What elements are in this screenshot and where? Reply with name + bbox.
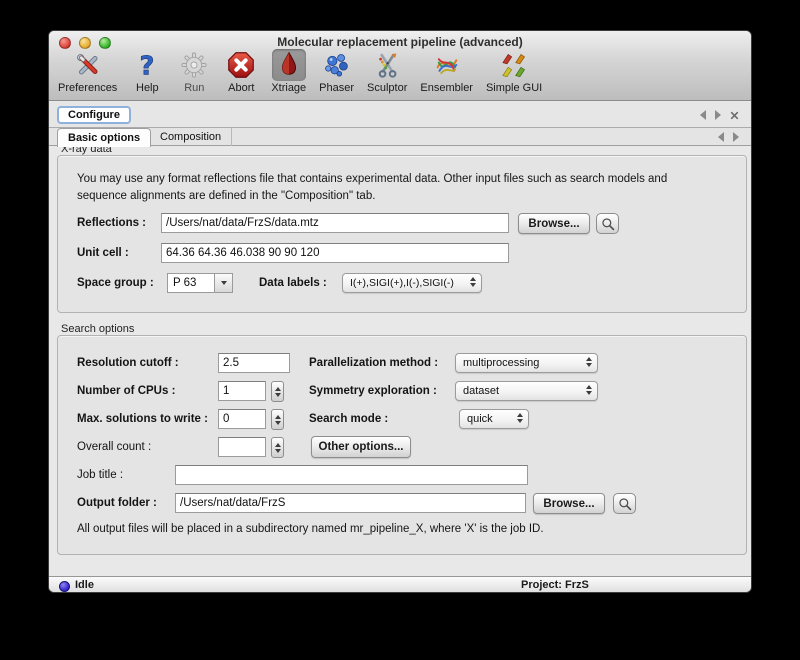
symmetry-value: dataset bbox=[463, 385, 499, 397]
phaser-molecule-icon bbox=[320, 49, 354, 81]
magnifier-icon bbox=[601, 217, 615, 231]
search-mode-value: quick bbox=[467, 413, 493, 425]
svg-text:?: ? bbox=[140, 51, 155, 79]
toolbar-item-ensembler[interactable]: Ensembler bbox=[417, 49, 476, 94]
symmetry-popup[interactable]: dataset bbox=[455, 381, 598, 401]
symmetry-updown-icon bbox=[586, 385, 592, 395]
page-prev-icon[interactable] bbox=[700, 110, 706, 120]
tab-configure[interactable]: Configure bbox=[57, 106, 131, 124]
max-solutions-stepper[interactable] bbox=[271, 409, 284, 430]
overall-count-input[interactable] bbox=[218, 437, 266, 457]
num-cpus-label: Number of CPUs : bbox=[77, 381, 175, 401]
job-title-input[interactable] bbox=[175, 465, 528, 485]
toolbar-item-run[interactable]: Run bbox=[174, 49, 214, 94]
help-question-icon: ? bbox=[130, 49, 164, 81]
tabs-pager bbox=[718, 132, 739, 142]
space-group-combobox[interactable]: P 63 bbox=[167, 273, 233, 293]
output-folder-input[interactable] bbox=[175, 493, 526, 513]
output-folder-label: Output folder : bbox=[77, 493, 157, 513]
parallelization-value: multiprocessing bbox=[463, 357, 539, 369]
num-cpus-stepper[interactable] bbox=[271, 381, 284, 402]
parallelization-updown-icon bbox=[586, 357, 592, 367]
abort-stop-icon bbox=[224, 49, 258, 81]
close-tab-icon[interactable] bbox=[730, 111, 739, 120]
status-text: Idle bbox=[75, 579, 94, 591]
reflections-label: Reflections : bbox=[77, 213, 146, 233]
xray-description-line2: sequence alignments are defined in the "… bbox=[77, 190, 375, 202]
run-gear-icon bbox=[177, 49, 211, 81]
reflections-input[interactable] bbox=[161, 213, 509, 233]
xray-description-line1: You may use any format reflections file … bbox=[77, 173, 667, 185]
tabs-next-icon[interactable] bbox=[733, 132, 739, 142]
toolbar-item-preferences[interactable]: Preferences bbox=[55, 49, 120, 94]
search-mode-popup[interactable]: quick bbox=[459, 409, 529, 429]
data-labels-label: Data labels : bbox=[259, 273, 327, 293]
overall-count-stepper[interactable] bbox=[271, 437, 284, 458]
simple-gui-icon bbox=[497, 49, 531, 81]
tab-composition[interactable]: Composition bbox=[150, 128, 232, 146]
toolbar-item-xtriage[interactable]: Xtriage bbox=[268, 49, 309, 94]
search-mode-updown-icon bbox=[517, 413, 523, 423]
toolbar-item-sculptor[interactable]: Sculptor bbox=[364, 49, 410, 94]
tabs-prev-icon[interactable] bbox=[718, 132, 724, 142]
parallelization-popup[interactable]: multiprocessing bbox=[455, 353, 598, 373]
reflections-browse-button[interactable]: Browse... bbox=[518, 213, 590, 234]
search-mode-label: Search mode : bbox=[309, 409, 388, 429]
output-folder-browse-button[interactable]: Browse... bbox=[533, 493, 605, 514]
app-window: Molecular replacement pipeline (advanced… bbox=[48, 30, 752, 593]
status-indicator-icon bbox=[59, 581, 70, 592]
data-labels-popup[interactable]: I(+),SIGI(+),I(-),SIGI(-) bbox=[342, 273, 482, 293]
ensembler-ribbon-icon bbox=[430, 49, 464, 81]
resolution-cutoff-label: Resolution cutoff : bbox=[77, 353, 179, 373]
data-labels-value: I(+),SIGI(+),I(-),SIGI(-) bbox=[350, 277, 454, 289]
space-group-label: Space group : bbox=[77, 273, 154, 293]
resolution-cutoff-input[interactable] bbox=[218, 353, 290, 373]
title-bar: Molecular replacement pipeline (advanced… bbox=[49, 31, 751, 101]
project-label: Project: FrzS bbox=[521, 579, 589, 591]
output-note: All output files will be placed in a sub… bbox=[77, 523, 544, 535]
job-title-label: Job title : bbox=[77, 465, 123, 485]
toolbar-item-help[interactable]: ? Help bbox=[127, 49, 167, 94]
max-solutions-label: Max. solutions to write : bbox=[77, 409, 208, 429]
symmetry-label: Symmetry exploration : bbox=[309, 381, 437, 401]
other-options-button[interactable]: Other options... bbox=[311, 436, 411, 458]
status-bar: Idle Project: FrzS bbox=[49, 576, 751, 593]
unit-cell-input[interactable] bbox=[161, 243, 509, 263]
search-group-title: Search options bbox=[61, 323, 134, 335]
toolbar-item-phaser[interactable]: Phaser bbox=[316, 49, 357, 94]
toolbar: Preferences ? Help bbox=[55, 49, 545, 94]
xtriage-icon bbox=[272, 49, 306, 81]
space-group-dropdown-icon bbox=[214, 274, 232, 292]
tab-basic-options[interactable]: Basic options bbox=[57, 128, 151, 147]
window-title: Molecular replacement pipeline (advanced… bbox=[49, 35, 751, 49]
sculptor-scissors-icon bbox=[370, 49, 404, 81]
parallelization-label: Parallelization method : bbox=[309, 353, 438, 373]
toolbar-item-simple-gui[interactable]: Simple GUI bbox=[483, 49, 545, 94]
basic-options-panel: X-ray data You may use any format reflec… bbox=[49, 147, 751, 576]
unit-cell-label: Unit cell : bbox=[77, 243, 129, 263]
max-solutions-input[interactable] bbox=[218, 409, 266, 429]
overall-count-label: Overall count : bbox=[77, 437, 151, 457]
toolbar-item-abort[interactable]: Abort bbox=[221, 49, 261, 94]
num-cpus-input[interactable] bbox=[218, 381, 266, 401]
data-labels-updown-icon bbox=[470, 277, 476, 287]
configure-tab-row: Configure bbox=[49, 102, 751, 128]
preferences-tools-icon bbox=[71, 49, 105, 81]
options-tab-row: Basic options Composition bbox=[49, 128, 751, 146]
reflections-search-button[interactable] bbox=[596, 213, 619, 234]
space-group-value: P 63 bbox=[173, 277, 196, 289]
output-folder-search-button[interactable] bbox=[613, 493, 636, 514]
notebook-pager bbox=[700, 110, 739, 120]
page-next-icon[interactable] bbox=[715, 110, 721, 120]
magnifier-icon bbox=[618, 497, 632, 511]
